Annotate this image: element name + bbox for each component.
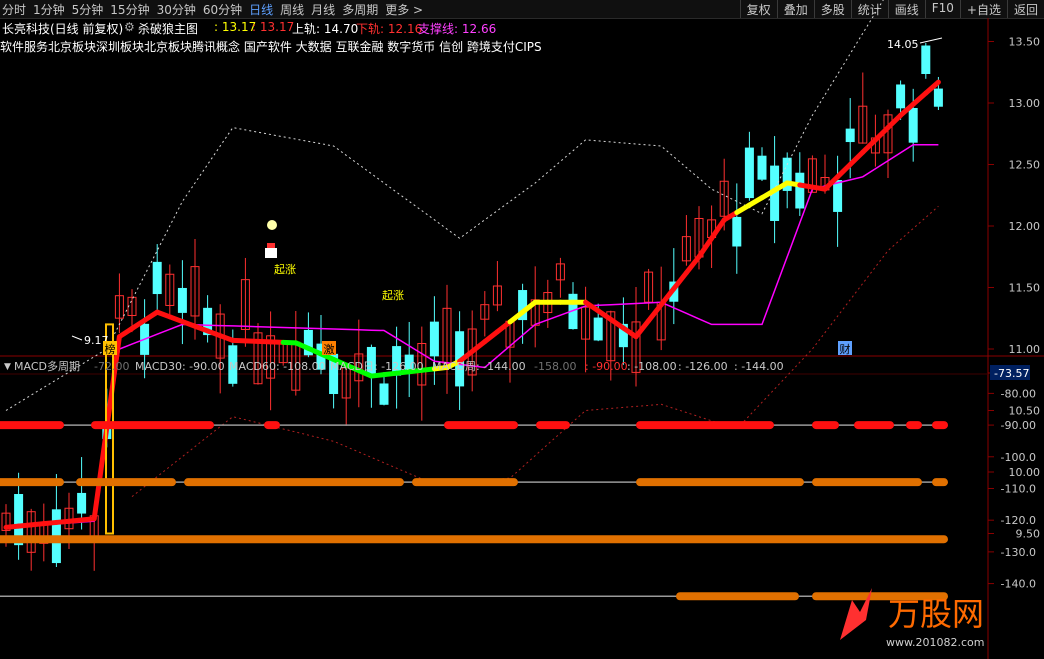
candle-body	[896, 84, 906, 109]
macd-collapse-icon: ▼	[4, 362, 11, 372]
price-axis-label: 11.00	[1009, 343, 1041, 356]
macd-label-0: -72.00	[94, 360, 129, 373]
qizhang-label-2: 起涨	[382, 289, 404, 302]
macd-axis-label: -80.00	[1001, 387, 1036, 400]
candle-body	[757, 155, 767, 180]
ma-segment	[872, 125, 891, 143]
high-price-label: 14.05	[887, 38, 919, 51]
candle-body	[908, 107, 918, 143]
price-axis-label: 12.50	[1009, 159, 1041, 172]
apple-icon	[267, 220, 277, 230]
low-price-pointer	[71, 335, 83, 341]
macd-axis-label: -130.0	[1001, 546, 1036, 559]
macd-label-4: MACD周: -144.00	[432, 360, 526, 373]
event-marker-marker2: 激	[324, 342, 335, 356]
house-icon	[265, 248, 277, 258]
macd-axis-label: -140.0	[1001, 578, 1036, 591]
price-axis-label: 10.50	[1009, 405, 1041, 418]
macd-label-6: : -90.00	[585, 360, 628, 373]
macd-axis-label: -100.0	[1001, 451, 1036, 464]
price-axis-label: 9.50	[1016, 528, 1041, 541]
candle-body	[795, 172, 805, 209]
price-axis-label: 12.00	[1009, 220, 1041, 233]
price-axis-label: 11.50	[1009, 282, 1041, 295]
candle-body	[177, 287, 187, 313]
watermark-url: www.201082.com	[886, 636, 984, 649]
candle-body	[921, 45, 931, 74]
qizhang-label-1: 起涨	[274, 263, 296, 276]
candle-body	[152, 261, 162, 295]
macd-title: MACD多周期	[14, 359, 80, 373]
macd-label-9: : -144.00	[734, 360, 784, 373]
macd-axis-label: -90.00	[1001, 419, 1036, 432]
macd-axis-label: -110.0	[1001, 482, 1036, 495]
price-axis-label: 10.00	[1009, 466, 1041, 479]
ma-segment	[696, 235, 715, 260]
house-roof-icon	[267, 243, 275, 248]
ma-segment	[671, 270, 689, 292]
macd-label-8: : -126.00	[678, 360, 728, 373]
ma-segment	[91, 425, 110, 522]
ma-segment	[633, 318, 652, 340]
ma-segment	[683, 254, 702, 276]
candle-body	[744, 147, 754, 199]
macd-current-value: -73.57	[994, 367, 1029, 380]
macd-label-1: MACD30: -90.00	[135, 360, 225, 373]
macd-label-7: : -108.00	[627, 360, 677, 373]
candle-body	[732, 216, 742, 247]
price-axis-label: 13.00	[1009, 97, 1041, 110]
candle-body	[429, 321, 439, 357]
ma-segment	[835, 162, 853, 180]
macd-label-5: -158.00	[534, 360, 576, 373]
ma-segment	[709, 217, 727, 241]
candle-body	[379, 383, 389, 405]
event-marker-marker1: 榜	[105, 342, 116, 356]
high-price-pointer	[919, 37, 943, 44]
price-axis-label: 13.50	[1009, 36, 1041, 49]
candle-body	[77, 492, 87, 514]
candle-body	[593, 317, 603, 341]
candlesticks	[1, 43, 943, 571]
ma-segment	[646, 302, 664, 324]
ma-segment	[847, 149, 866, 167]
macd-label-3: MACD日: -126.00	[330, 360, 424, 373]
lower-band-line	[131, 205, 939, 497]
macd-label-2: MACD60: -108.00	[229, 360, 326, 373]
macd-axis-label: -120.0	[1001, 514, 1036, 527]
watermark-brand: 万股网	[888, 595, 984, 633]
ma-segment	[860, 137, 878, 155]
candle-body	[833, 180, 843, 212]
candle-body	[933, 88, 943, 107]
price-chart[interactable]: 14.0013.5013.0012.5012.0011.5011.0010.50…	[0, 0, 1044, 659]
candle-body	[845, 128, 855, 143]
ma-segment	[910, 90, 929, 107]
ma-segment	[885, 112, 904, 131]
event-marker-marker3: 财	[840, 342, 851, 356]
